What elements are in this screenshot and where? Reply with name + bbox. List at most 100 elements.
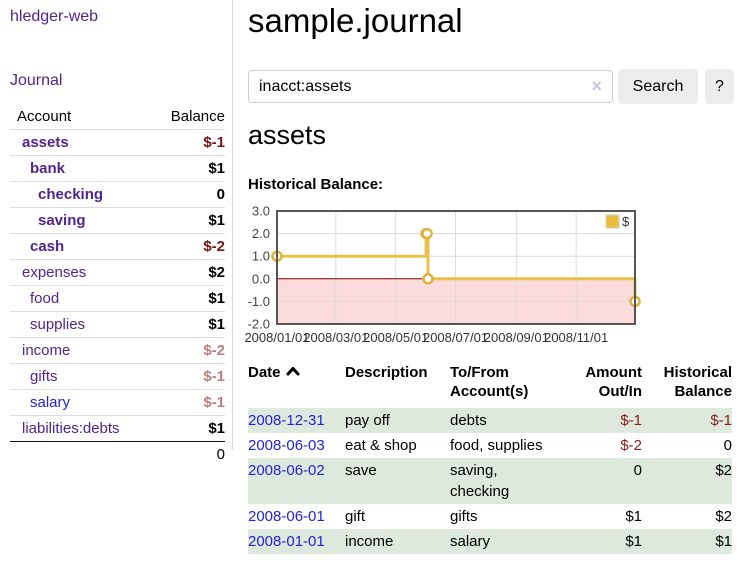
account-row-assets: assets $-1: [10, 129, 225, 155]
svg-text:1.0: 1.0: [252, 249, 270, 264]
account-row-food: food $1: [10, 285, 225, 311]
account-link-checking[interactable]: checking: [38, 186, 217, 203]
register-row: 2008-01-01 income salary $1 $1: [248, 529, 732, 554]
account-link-cash[interactable]: cash: [30, 238, 203, 255]
account-link-expenses[interactable]: expenses: [22, 264, 208, 281]
register-row: 2008-06-01 gift gifts $1 $2: [248, 504, 732, 529]
transaction-amount: 0: [580, 458, 642, 504]
sidebar-item-journal[interactable]: Journal: [10, 72, 62, 90]
svg-text:-1.0: -1.0: [248, 294, 270, 309]
clear-search-icon[interactable]: ×: [591, 76, 602, 96]
transaction-balance: 0: [642, 433, 732, 458]
transaction-balance: $2: [642, 504, 732, 529]
accounts-total-value: 0: [217, 446, 225, 463]
chart-caption: Historical Balance:: [248, 176, 383, 193]
svg-text:2008/07/01: 2008/07/01: [423, 330, 488, 345]
transaction-date-link[interactable]: 2008-06-03: [248, 437, 325, 454]
transaction-accounts: saving, checking: [450, 458, 580, 504]
column-header-accounts[interactable]: To/From Account(s): [450, 363, 580, 408]
sort-ascending-icon: [286, 363, 300, 382]
transaction-description: income: [345, 529, 450, 554]
register-row: 2008-06-02 save saving, checking 0 $2: [248, 458, 732, 504]
account-balance: $-2: [203, 342, 225, 359]
accounts-col-balance: Balance: [171, 108, 225, 125]
account-link-supplies[interactable]: supplies: [30, 316, 208, 333]
account-row-checking: checking 0: [10, 181, 225, 207]
help-button[interactable]: ?: [705, 69, 734, 104]
account-row-expenses: expenses $2: [10, 259, 225, 285]
account-balance: $1: [208, 420, 225, 437]
account-balance: $2: [208, 264, 225, 281]
page-title: sample.journal: [248, 2, 463, 40]
svg-text:2008/09/01: 2008/09/01: [484, 330, 549, 345]
account-link-liabilities-debts[interactable]: liabilities:debts: [22, 420, 208, 437]
account-link-assets[interactable]: assets: [22, 134, 203, 151]
account-link-food[interactable]: food: [30, 290, 208, 307]
search-input[interactable]: [248, 70, 613, 103]
search-bar: × Search ?: [248, 69, 734, 104]
column-header-date[interactable]: Date: [248, 363, 345, 408]
transaction-amount: $-1: [580, 408, 642, 433]
chart-svg: 3.02.01.00.0-1.0-2.02008/01/012008/03/01…: [234, 204, 704, 352]
account-balance: $1: [208, 212, 225, 229]
svg-text:2008/01/01: 2008/01/01: [244, 330, 309, 345]
transaction-date-link[interactable]: 2008-06-01: [248, 508, 325, 525]
account-link-bank[interactable]: bank: [30, 160, 208, 177]
transaction-description: gift: [345, 504, 450, 529]
transaction-accounts: food, supplies: [450, 433, 580, 458]
transaction-date-link[interactable]: 2008-06-02: [248, 462, 325, 479]
transaction-balance: $2: [642, 458, 732, 504]
transaction-amount: $1: [580, 504, 642, 529]
transaction-balance: $-1: [642, 408, 732, 433]
transaction-accounts: salary: [450, 529, 580, 554]
account-row-salary: salary $-1: [10, 389, 225, 415]
account-link-saving[interactable]: saving: [38, 212, 208, 229]
search-button[interactable]: Search: [618, 69, 698, 104]
account-balance: $-1: [203, 368, 225, 385]
account-row-supplies: supplies $1: [10, 311, 225, 337]
svg-text:$: $: [622, 214, 630, 229]
transaction-description: save: [345, 458, 450, 504]
account-balance: $-1: [203, 134, 225, 151]
transaction-date-link[interactable]: 2008-01-01: [248, 533, 325, 550]
svg-text:2008/11/01: 2008/11/01: [544, 330, 608, 345]
account-link-salary[interactable]: salary: [30, 394, 203, 411]
column-header-amount[interactable]: Amount Out/In: [580, 363, 642, 408]
register-row: 2008-06-03 eat & shop food, supplies $-2…: [248, 433, 732, 458]
account-page-title: assets: [248, 120, 326, 151]
account-row-cash: cash $-2: [10, 233, 225, 259]
account-balance: $1: [208, 290, 225, 307]
account-link-income[interactable]: income: [22, 342, 203, 359]
historical-balance-chart: 3.02.01.00.0-1.0-2.02008/01/012008/03/01…: [234, 204, 704, 356]
account-balance: $-2: [203, 238, 225, 255]
accounts-tree: Account Balance assets $-1 bank $1 check…: [10, 104, 225, 467]
transaction-accounts: debts: [450, 408, 580, 433]
main-content: sample.journal × Search ? assets Histori…: [233, 0, 742, 582]
account-balance: $1: [208, 316, 225, 333]
accounts-col-account: Account: [17, 108, 171, 125]
column-header-description[interactable]: Description: [345, 363, 450, 408]
account-balance: $1: [208, 160, 225, 177]
account-row-saving: saving $1: [10, 207, 225, 233]
svg-text:2008/03/01: 2008/03/01: [303, 330, 368, 345]
account-row-gifts: gifts $-1: [10, 363, 225, 389]
column-header-balance[interactable]: Historical Balance: [642, 363, 732, 408]
app-brand-link[interactable]: hledger-web: [10, 8, 98, 26]
account-balance: 0: [217, 186, 225, 203]
account-row-income: income $-2: [10, 337, 225, 363]
transaction-date-link[interactable]: 2008-12-31: [248, 412, 325, 429]
svg-text:3.0: 3.0: [252, 204, 270, 219]
accounts-header-row: Account Balance: [10, 104, 225, 129]
sidebar: hledger-web Journal Account Balance asse…: [0, 0, 233, 450]
account-balance: $-1: [203, 394, 225, 411]
transaction-description: pay off: [345, 408, 450, 433]
account-row-bank: bank $1: [10, 155, 225, 181]
transaction-description: eat & shop: [345, 433, 450, 458]
svg-text:2008/05/01: 2008/05/01: [363, 330, 428, 345]
transaction-amount: $1: [580, 529, 642, 554]
transaction-balance: $1: [642, 529, 732, 554]
transaction-accounts: gifts: [450, 504, 580, 529]
register-header-row: Date Description To/From Account(s) Amou…: [248, 363, 732, 408]
account-link-gifts[interactable]: gifts: [30, 368, 203, 385]
transaction-amount: $-2: [580, 433, 642, 458]
